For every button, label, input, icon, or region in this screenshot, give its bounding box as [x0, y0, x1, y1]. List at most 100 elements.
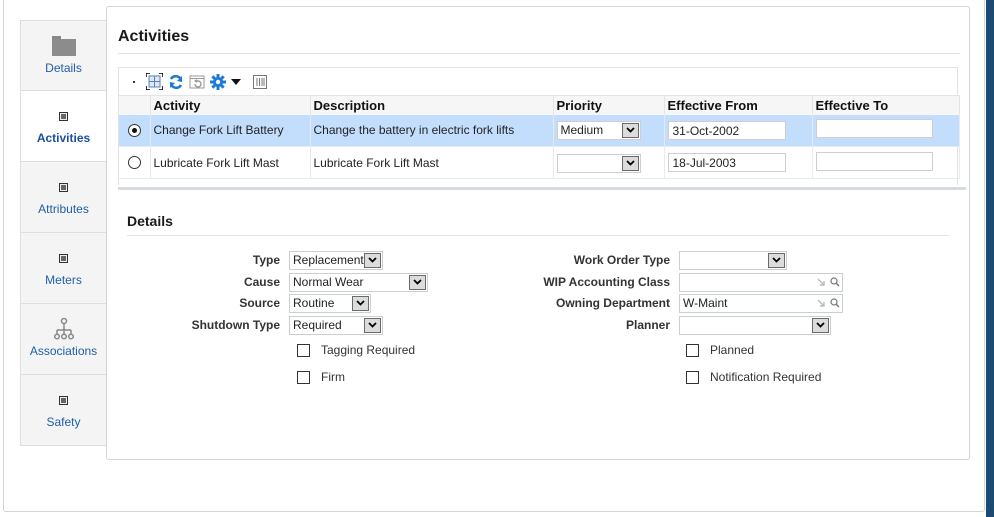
- owning-department-label: Owning Department: [555, 296, 670, 310]
- source-field-row: Source Routine: [167, 293, 371, 313]
- row-select-radio[interactable]: [127, 156, 141, 169]
- type-value: Replacement: [293, 253, 364, 267]
- autosuggest-arrow-icon: [814, 299, 828, 307]
- source-label: Source: [239, 296, 280, 310]
- chevron-down-icon[interactable]: [409, 274, 426, 290]
- gear-menu-dropdown-icon[interactable]: [231, 73, 241, 91]
- vertical-scrollbar[interactable]: [986, 0, 994, 517]
- type-label: Type: [252, 253, 280, 267]
- wip-accounting-class-input[interactable]: [679, 272, 843, 292]
- table-row[interactable]: Change Fork Lift Battery Change the batt…: [119, 114, 960, 147]
- column-header-description[interactable]: Description: [310, 95, 554, 115]
- chevron-down-icon[interactable]: [812, 317, 829, 333]
- side-tab-details[interactable]: Details: [20, 20, 107, 91]
- owning-department-field-row: Owning Department W-Maint: [507, 293, 843, 313]
- cause-value: Normal Wear: [293, 275, 364, 289]
- firm-checkbox-row[interactable]: Firm: [297, 369, 345, 385]
- broken-image-icon: [21, 176, 106, 198]
- effective-from-input[interactable]: 18-Jul-2003: [667, 153, 786, 172]
- activities-grid: Activity Description Priority Effective …: [119, 95, 960, 179]
- table-row[interactable]: Lubricate Fork Lift Mast Lubricate Fork …: [119, 146, 960, 179]
- tagging-required-checkbox-row[interactable]: Tagging Required: [297, 342, 415, 358]
- chevron-down-icon[interactable]: [364, 317, 381, 333]
- planner-label: Planner: [625, 318, 670, 332]
- panel-title: Activities: [118, 28, 190, 45]
- side-tab-activities[interactable]: Activities: [20, 91, 107, 162]
- side-tab-label: Associations: [29, 344, 98, 358]
- firm-checkbox[interactable]: [297, 370, 310, 384]
- owning-department-value: W-Maint: [683, 296, 728, 310]
- column-header-effective-to[interactable]: Effective To: [812, 95, 960, 115]
- work-order-type-select[interactable]: [679, 250, 787, 270]
- cause-label: Cause: [243, 275, 280, 289]
- work-order-type-field-row: Work Order Type: [507, 250, 787, 270]
- owning-department-input[interactable]: W-Maint: [679, 293, 843, 313]
- source-select[interactable]: Routine: [289, 293, 371, 313]
- side-tab-label: Details: [45, 61, 82, 75]
- chevron-down-icon[interactable]: [364, 252, 381, 268]
- priority-select[interactable]: [556, 153, 641, 173]
- chevron-down-icon[interactable]: [768, 252, 785, 268]
- work-order-type-label: Work Order Type: [573, 253, 670, 267]
- chevron-down-icon[interactable]: [621, 155, 639, 171]
- divider: [118, 53, 960, 54]
- row-select-radio[interactable]: [127, 123, 141, 137]
- cause-select[interactable]: Normal Wear: [289, 272, 428, 292]
- search-icon[interactable]: [828, 277, 842, 287]
- broken-image-icon: [21, 247, 106, 269]
- folder-icon: [21, 35, 106, 57]
- wip-accounting-class-field-row: WIP Accounting Class: [507, 272, 843, 292]
- effective-from-input[interactable]: 31-Oct-2002: [667, 120, 786, 140]
- side-tab-label: Safety: [46, 415, 81, 429]
- priority-value: Medium: [560, 123, 604, 138]
- chevron-down-icon[interactable]: [352, 295, 369, 311]
- detach-icon[interactable]: [146, 73, 163, 91]
- table-toolbar: [119, 68, 957, 95]
- planner-field-row: Planner: [507, 315, 831, 335]
- broken-image-icon: [21, 389, 106, 411]
- shutdown-type-select[interactable]: Required: [289, 315, 383, 335]
- tagging-required-checkbox[interactable]: [297, 343, 310, 357]
- column-header-priority[interactable]: Priority: [553, 95, 665, 115]
- horizontal-scrollbar[interactable]: [118, 187, 966, 190]
- side-tab-meters[interactable]: Meters: [20, 233, 107, 304]
- notification-required-label: Notification Required: [710, 370, 822, 384]
- notification-required-checkbox[interactable]: [686, 370, 699, 384]
- search-icon[interactable]: [828, 298, 842, 308]
- planned-checkbox-row[interactable]: Planned: [686, 342, 754, 358]
- effective-to-input[interactable]: [815, 151, 933, 171]
- side-tab-attributes[interactable]: Attributes: [20, 162, 107, 233]
- cause-field-row: Cause Normal Wear: [167, 272, 428, 292]
- notification-required-checkbox-row[interactable]: Notification Required: [686, 369, 821, 385]
- activities-table: Activity Description Priority Effective …: [118, 67, 960, 185]
- type-select[interactable]: Replacement: [289, 250, 383, 270]
- gear-icon[interactable]: [210, 73, 226, 91]
- columns-icon[interactable]: [253, 73, 267, 91]
- broken-image-icon: [21, 105, 106, 127]
- source-value: Routine: [293, 296, 335, 310]
- effective-to-input[interactable]: [815, 119, 933, 139]
- type-field-row: Type Replacement: [167, 250, 383, 270]
- side-tab-bar: Details Activities Attributes Meters Ass…: [20, 20, 107, 446]
- tagging-required-label: Tagging Required: [321, 343, 416, 357]
- wip-accounting-class-label: WIP Accounting Class: [543, 275, 670, 289]
- column-header-activity[interactable]: Activity: [150, 95, 311, 115]
- planned-checkbox[interactable]: [686, 343, 699, 357]
- undo-icon[interactable]: [189, 73, 205, 91]
- planned-label: Planned: [710, 343, 755, 357]
- toolbar-dot: [133, 80, 135, 83]
- side-tab-label: Activities: [36, 131, 91, 145]
- column-header-select: [119, 95, 151, 115]
- side-tab-safety[interactable]: Safety: [20, 375, 107, 446]
- planner-select[interactable]: [679, 315, 831, 335]
- refresh-icon[interactable]: [168, 73, 184, 91]
- description-cell: Change the battery in electric fork lift…: [310, 114, 554, 147]
- side-tab-associations[interactable]: Associations: [20, 304, 107, 375]
- hierarchy-icon: [21, 318, 106, 340]
- activities-panel: Activities Activity Description Priority…: [106, 6, 970, 460]
- shutdown-type-label: Shutdown Type: [191, 318, 280, 332]
- priority-select[interactable]: Medium: [556, 120, 641, 140]
- side-tab-label: Meters: [45, 273, 82, 287]
- chevron-down-icon[interactable]: [621, 122, 639, 138]
- column-header-effective-from[interactable]: Effective From: [664, 95, 813, 115]
